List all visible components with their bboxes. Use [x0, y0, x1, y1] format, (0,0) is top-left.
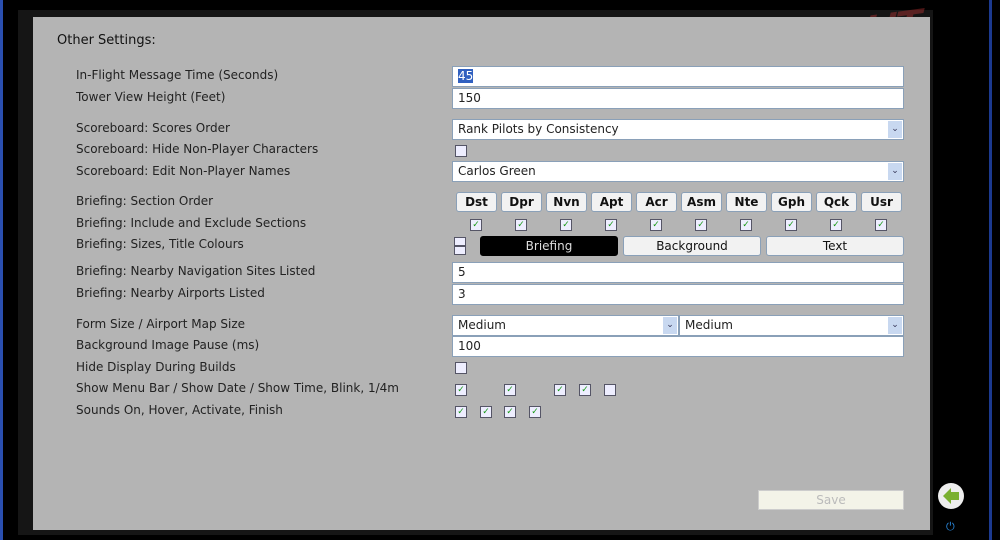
- section-order-button[interactable]: Gph: [771, 192, 812, 212]
- map-size-select[interactable]: Medium ⌄: [679, 315, 904, 336]
- setting-label: Briefing: Section Order: [76, 194, 214, 208]
- setting-label: Background Image Pause (ms): [76, 338, 260, 352]
- scores-order-select[interactable]: Rank Pilots by Consistency ⌄: [452, 119, 904, 140]
- section-order-button[interactable]: Nvn: [546, 192, 587, 212]
- section-order-button[interactable]: Qck: [816, 192, 857, 212]
- tower-height-input[interactable]: 150: [452, 88, 904, 109]
- setting-label: Briefing: Nearby Navigation Sites Listed: [76, 264, 316, 278]
- size-down-button[interactable]: [454, 246, 466, 255]
- section-include-checkbox[interactable]: ✓: [785, 219, 797, 231]
- chevron-down-icon: ⌄: [888, 317, 902, 334]
- menu-flag-checkbox[interactable]: ✓: [455, 384, 467, 396]
- back-arrow-icon[interactable]: [938, 483, 964, 509]
- section-include-checkbox[interactable]: ✓: [650, 219, 662, 231]
- section-include-checkbox[interactable]: ✓: [515, 219, 527, 231]
- section-include-checkbox[interactable]: ✓: [695, 219, 707, 231]
- section-include-checkbox[interactable]: ✓: [830, 219, 842, 231]
- sound-flag-checkbox[interactable]: ✓: [480, 406, 492, 418]
- menu-flag-checkbox[interactable]: ✓: [554, 384, 566, 396]
- sound-flag-checkbox[interactable]: ✓: [504, 406, 516, 418]
- menu-flag-checkbox[interactable]: [604, 384, 616, 396]
- setting-label: Sounds On, Hover, Activate, Finish: [76, 403, 283, 417]
- section-order-button[interactable]: Acr: [636, 192, 677, 212]
- setting-label: Scoreboard: Scores Order: [76, 121, 230, 135]
- background-colour-button[interactable]: Background: [623, 236, 761, 256]
- briefing-colour-button[interactable]: Briefing: [480, 236, 618, 256]
- setting-label: Scoreboard: Hide Non-Player Characters: [76, 142, 319, 156]
- setting-label: Tower View Height (Feet): [76, 90, 226, 104]
- text-colour-button[interactable]: Text: [766, 236, 904, 256]
- section-include-checkbox[interactable]: ✓: [740, 219, 752, 231]
- sound-flag-checkbox[interactable]: ✓: [529, 406, 541, 418]
- size-up-button[interactable]: [454, 237, 466, 246]
- chevron-down-icon: ⌄: [888, 121, 902, 138]
- section-include-checkbox[interactable]: ✓: [875, 219, 887, 231]
- setting-label: Briefing: Include and Exclude Sections: [76, 216, 307, 230]
- message-time-input[interactable]: 45: [452, 66, 904, 87]
- setting-label: Form Size / Airport Map Size: [76, 317, 246, 331]
- section-order-button[interactable]: Dpr: [501, 192, 542, 212]
- section-include-checkbox[interactable]: ✓: [470, 219, 482, 231]
- setting-label: Scoreboard: Edit Non-Player Names: [76, 164, 291, 178]
- section-order-button[interactable]: Usr: [861, 192, 902, 212]
- sound-flag-checkbox[interactable]: ✓: [455, 406, 467, 418]
- setting-label: Hide Display During Builds: [76, 360, 236, 374]
- section-include-checkbox[interactable]: ✓: [560, 219, 572, 231]
- save-button[interactable]: Save: [758, 490, 904, 510]
- setting-label: Briefing: Sizes, Title Colours: [76, 237, 244, 251]
- airports-input[interactable]: 3: [452, 284, 904, 305]
- section-order-button[interactable]: Asm: [681, 192, 722, 212]
- setting-label: Briefing: Nearby Airports Listed: [76, 286, 265, 300]
- chevron-down-icon: ⌄: [888, 163, 902, 180]
- setting-label: In-Flight Message Time (Seconds): [76, 68, 279, 82]
- nav-sites-input[interactable]: 5: [452, 262, 904, 283]
- section-order-button[interactable]: Apt: [591, 192, 632, 212]
- window-edge: [989, 0, 992, 540]
- menu-flag-checkbox[interactable]: ✓: [579, 384, 591, 396]
- setting-label: Show Menu Bar / Show Date / Show Time, B…: [76, 381, 399, 395]
- section-include-checkbox[interactable]: ✓: [605, 219, 617, 231]
- hide-npc-checkbox[interactable]: [455, 145, 467, 157]
- menu-flag-checkbox[interactable]: ✓: [504, 384, 516, 396]
- form-size-select[interactable]: Medium ⌄: [452, 315, 679, 336]
- hide-display-checkbox[interactable]: [455, 362, 467, 374]
- section-order-button[interactable]: Nte: [726, 192, 767, 212]
- window-edge: [0, 0, 3, 540]
- section-title: Other Settings:: [57, 33, 156, 48]
- npc-name-select[interactable]: Carlos Green ⌄: [452, 161, 904, 182]
- chevron-down-icon: ⌄: [663, 317, 677, 334]
- image-pause-input[interactable]: 100: [452, 336, 904, 357]
- power-icon[interactable]: ⏻: [946, 520, 955, 534]
- section-order-button[interactable]: Dst: [456, 192, 497, 212]
